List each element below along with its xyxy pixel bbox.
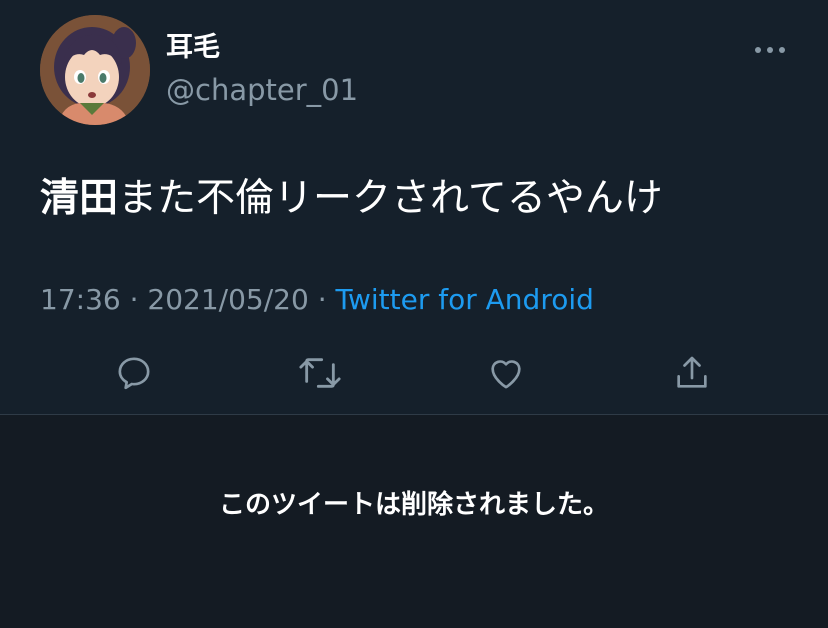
tweet-date[interactable]: 2021/05/20 [147,283,308,316]
reply-button[interactable] [110,346,158,400]
meta-separator: · [120,283,148,316]
tweet-text-body: また不倫リークされてるやんけ [118,176,663,221]
deleted-tweet-text: このツイートは削除されました。 [218,490,609,520]
reply-icon [118,357,150,390]
tweet-meta: 17:36 · 2021/05/20 · Twitter for Android [40,282,594,318]
tweet-source-link[interactable]: Twitter for Android [336,283,594,316]
heart-icon [491,360,521,389]
tweet-time[interactable]: 17:36 [40,283,121,316]
more-horizontal-icon[interactable] [750,38,790,62]
share-icon [677,356,707,388]
anime-avatar-icon [40,15,150,125]
action-bar [0,346,828,400]
retweet-icon [299,358,341,388]
retweet-button[interactable] [296,346,344,400]
tweet-card: 耳毛 @chapter_01 清田また不倫リークされてるやんけ 17:36 · … [0,0,828,414]
like-button[interactable] [482,346,530,400]
avatar[interactable] [40,15,150,125]
user-handle[interactable]: @chapter_01 [166,72,358,108]
tweet-text-bold: 清田 [40,176,119,221]
share-button[interactable] [668,346,716,400]
deleted-tweet-notice: このツイートは削除されました。 [0,415,828,628]
tweet-text: 清田また不倫リークされてるやんけ [40,174,663,224]
display-name[interactable]: 耳毛 [166,31,220,65]
meta-separator: · [308,283,336,316]
